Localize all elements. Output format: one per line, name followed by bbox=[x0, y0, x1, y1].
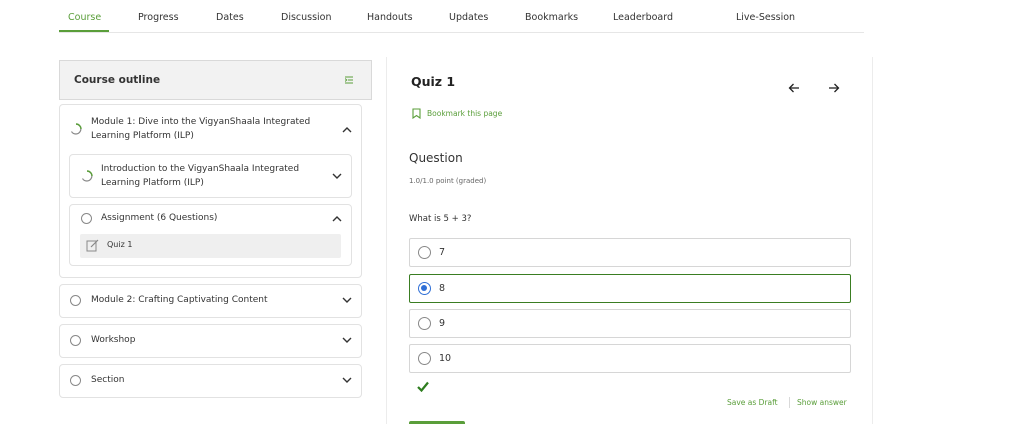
arrow-left-icon[interactable] bbox=[788, 82, 800, 94]
incomplete-circle-icon bbox=[70, 295, 81, 306]
tab-dates[interactable]: Dates bbox=[216, 12, 244, 23]
module-1-title[interactable]: Module 1: Dive into the VigyanShaala Int… bbox=[91, 115, 321, 143]
tab-updates[interactable]: Updates bbox=[449, 12, 488, 23]
chevron-down-icon[interactable] bbox=[332, 173, 342, 180]
answer-option[interactable]: 10 bbox=[409, 344, 851, 373]
chevron-up-icon[interactable] bbox=[342, 126, 352, 133]
question-heading: Question bbox=[409, 151, 463, 165]
answer-option-label: 8 bbox=[439, 283, 446, 294]
radio-button[interactable] bbox=[418, 246, 431, 259]
radio-button-checked[interactable] bbox=[418, 282, 431, 295]
answer-option-selected[interactable]: 8 bbox=[409, 274, 851, 303]
unit-quiz-1-label: Quiz 1 bbox=[107, 240, 133, 249]
subsection-assignment-title[interactable]: Assignment (6 Questions) bbox=[101, 211, 217, 225]
chevron-down-icon[interactable] bbox=[342, 297, 352, 304]
chevron-down-icon[interactable] bbox=[342, 337, 352, 344]
tab-progress[interactable]: Progress bbox=[138, 12, 179, 23]
bookmark-button[interactable]: Bookmark this page bbox=[412, 107, 502, 119]
section-title[interactable]: Section bbox=[91, 373, 124, 387]
tab-handouts[interactable]: Handouts bbox=[367, 12, 413, 23]
radio-button[interactable] bbox=[418, 352, 431, 365]
active-tab-indicator bbox=[59, 30, 109, 32]
bookmark-icon bbox=[412, 107, 421, 119]
radio-button[interactable] bbox=[418, 317, 431, 330]
answer-option[interactable]: 7 bbox=[409, 238, 851, 267]
show-answer-button[interactable]: Show answer bbox=[797, 398, 847, 407]
progress-partial-icon bbox=[70, 123, 82, 135]
module-2-title[interactable]: Module 2: Crafting Captivating Content bbox=[91, 293, 268, 307]
answer-option-label: 7 bbox=[439, 247, 446, 258]
action-divider bbox=[789, 397, 790, 408]
bookmark-label: Bookmark this page bbox=[427, 108, 503, 118]
workshop-title[interactable]: Workshop bbox=[91, 333, 135, 347]
tab-discussion[interactable]: Discussion bbox=[281, 12, 332, 23]
unit-quiz-1[interactable]: Quiz 1 bbox=[80, 234, 341, 258]
incomplete-circle-icon bbox=[70, 335, 81, 346]
course-outline-header: Course outline bbox=[59, 60, 372, 100]
answer-option[interactable]: 9 bbox=[409, 309, 851, 338]
answer-option-label: 10 bbox=[439, 353, 452, 364]
tab-live-session[interactable]: Live-Session bbox=[736, 12, 795, 23]
question-text: What is 5 + 3? bbox=[409, 214, 472, 224]
course-outline-title: Course outline bbox=[74, 74, 161, 86]
tab-course[interactable]: Course bbox=[68, 12, 101, 23]
chevron-down-icon[interactable] bbox=[342, 377, 352, 384]
course-tabs: Course Progress Dates Discussion Handout… bbox=[59, 0, 864, 33]
collapse-sidebar-icon[interactable] bbox=[345, 75, 353, 85]
incomplete-circle-icon bbox=[70, 375, 81, 386]
progress-partial-icon bbox=[81, 170, 93, 182]
correct-check-icon bbox=[417, 381, 429, 392]
edit-icon bbox=[86, 239, 99, 252]
chevron-up-icon[interactable] bbox=[332, 215, 342, 222]
answer-option-label: 9 bbox=[439, 318, 446, 329]
tab-leaderboard[interactable]: Leaderboard bbox=[613, 12, 673, 23]
tab-bookmarks[interactable]: Bookmarks bbox=[525, 12, 578, 23]
page-title: Quiz 1 bbox=[411, 74, 456, 89]
save-draft-button[interactable]: Save as Draft bbox=[727, 398, 778, 407]
question-points: 1.0/1.0 point (graded) bbox=[409, 177, 487, 185]
arrow-right-icon[interactable] bbox=[828, 82, 840, 94]
subsection-intro-title[interactable]: Introduction to the VigyanShaala Integra… bbox=[101, 162, 321, 190]
incomplete-circle-icon bbox=[81, 213, 92, 224]
